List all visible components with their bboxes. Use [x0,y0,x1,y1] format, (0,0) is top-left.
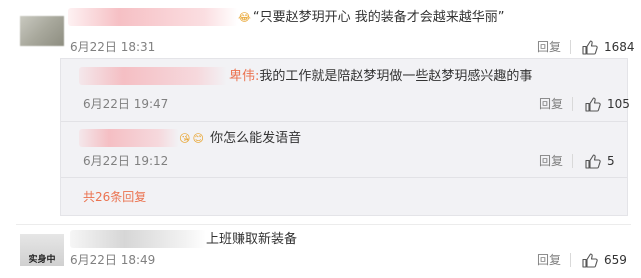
username-blurred[interactable] [70,230,206,248]
emoji-icon: 😊 [192,132,204,145]
sub-reply-text: 卑伟:我的工作就是陪赵梦玥做一些赵梦玥感兴趣的事 [229,69,533,84]
like-count: 659 [604,253,627,267]
reply-button[interactable]: 回复 [539,153,563,169]
avatar[interactable]: 实身中 [20,234,64,266]
more-replies-link[interactable]: 共26条回复 [83,189,146,205]
reply-button[interactable]: 回复 [537,252,561,268]
avatar[interactable] [20,16,64,46]
like-button[interactable]: 659 [582,252,627,268]
divider [61,177,627,178]
sub-reply-time: 6月22日 19:12 [83,154,169,168]
comment-text: 😂 “只要赵梦玥开心 我的装备才会越来越华丽” [238,10,505,25]
divider [572,154,573,168]
username-blurred[interactable] [79,129,179,147]
like-count: 105 [607,97,630,111]
thumbs-up-icon [582,39,598,55]
like-button[interactable]: 5 [585,153,615,169]
comment-time: 6月22日 18:49 [70,253,156,267]
thumbs-up-icon [585,96,601,112]
username-blurred[interactable] [79,67,227,85]
divider [16,224,631,225]
like-count: 1684 [604,40,635,54]
sub-replies-box: 卑伟:我的工作就是陪赵梦玥做一些赵梦玥感兴趣的事 6月22日 19:47 回复 … [60,58,630,216]
sub-reply-author[interactable]: 卑伟: [229,69,259,84]
thumbs-up-icon [582,252,598,268]
divider [570,40,571,54]
reply-button[interactable]: 回复 [537,39,561,55]
sub-reply-time: 6月22日 19:47 [83,97,169,111]
emoji-icon: 😂 [238,11,251,24]
reply-button[interactable]: 回复 [539,96,563,112]
divider [572,97,573,111]
thumbs-up-icon [585,153,601,169]
emoji-icon: 😘 [179,132,191,145]
like-button[interactable]: 1684 [582,39,635,55]
avatar-text: 实身中 [28,255,56,265]
username-blurred[interactable] [68,8,238,26]
like-count: 5 [607,154,615,168]
divider [570,253,571,267]
like-button[interactable]: 105 [585,96,630,112]
comment-text: 上班赚取新装备 [206,232,298,247]
comment-time: 6月22日 18:31 [70,40,156,54]
sub-reply-text: 😘 😊 你怎么能发语音 [179,131,302,146]
divider [61,121,627,122]
